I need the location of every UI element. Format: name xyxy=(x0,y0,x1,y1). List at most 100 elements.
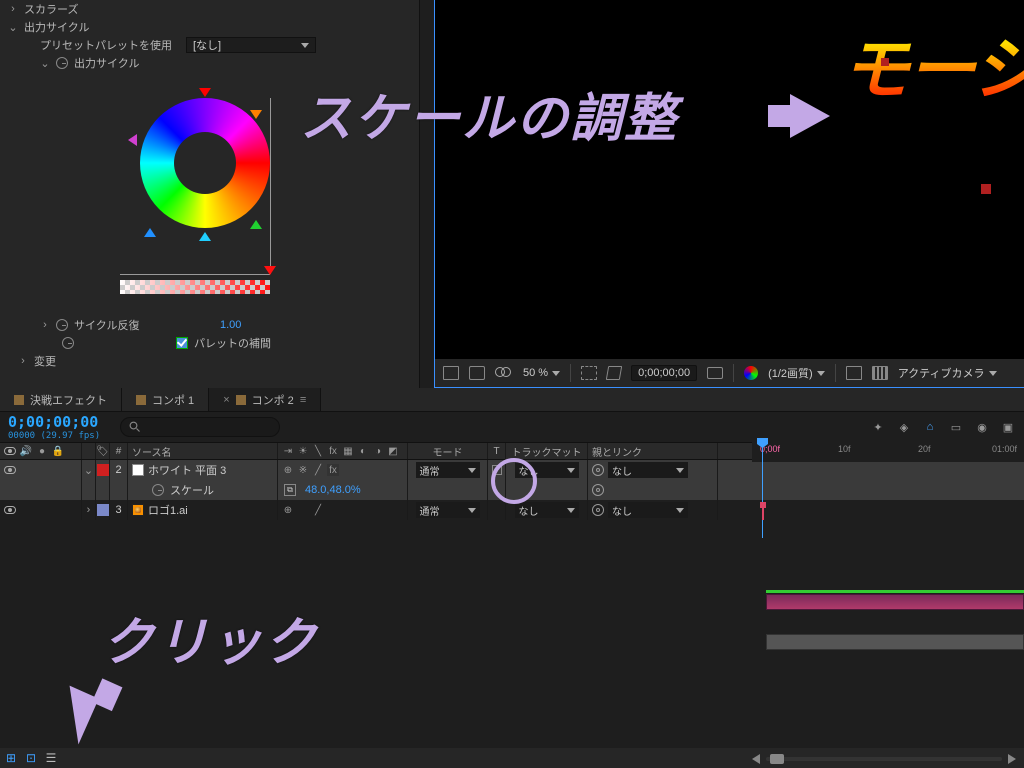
toggle-in-out-button[interactable]: ☰ xyxy=(44,751,58,765)
tab-comp[interactable]: ×コンポ 2≡ xyxy=(209,388,321,411)
camera-dropdown[interactable]: アクティブカメラ xyxy=(898,365,997,381)
collapse-switch[interactable]: ※ xyxy=(297,464,309,476)
snapshot-icon[interactable] xyxy=(707,367,723,379)
trackmatte-dropdown[interactable]: なし xyxy=(515,462,579,478)
fx-change-row[interactable]: › 変更 xyxy=(0,352,419,370)
wheel-handle-icon[interactable] xyxy=(199,232,211,241)
label-color-icon[interactable] xyxy=(97,504,109,516)
blank-switch[interactable] xyxy=(357,504,369,516)
transparency-grid-icon[interactable] xyxy=(606,366,622,380)
playhead[interactable] xyxy=(762,438,763,538)
pickwhip-icon[interactable] xyxy=(592,504,604,516)
toggle-modes-button[interactable]: ⊡ xyxy=(24,751,38,765)
video-toggle-icon[interactable] xyxy=(4,466,16,474)
palette-interp-checkbox[interactable] xyxy=(176,337,188,349)
work-area-marker[interactable] xyxy=(762,506,764,520)
parent-dropdown[interactable]: なし xyxy=(608,502,688,518)
zoom-in-icon[interactable] xyxy=(1008,754,1016,764)
viewer-timecode[interactable]: 0;00;00;00 xyxy=(631,365,697,381)
collapse-switch[interactable] xyxy=(297,504,309,516)
wheel-handle-icon[interactable] xyxy=(250,220,262,229)
layer-clip[interactable] xyxy=(766,634,1024,650)
scale-value[interactable]: 48.0,48.0% xyxy=(305,484,361,496)
draft3d-icon[interactable]: ◈ xyxy=(896,419,912,435)
fx-group-row[interactable]: › スカラーズ xyxy=(0,0,419,18)
tab-comp[interactable]: 決戦エフェクト xyxy=(0,388,122,411)
timeline-zoom-slider[interactable] xyxy=(752,754,1016,764)
layer-clip[interactable] xyxy=(766,594,1024,610)
shy-toggle-icon[interactable]: ⌂ xyxy=(922,419,938,435)
gradient-handle-icon[interactable] xyxy=(264,266,276,275)
frame-blend-icon[interactable]: ▭ xyxy=(948,419,964,435)
constrain-proportions-icon[interactable]: ⧉ xyxy=(284,484,296,496)
wheel-handle-icon[interactable] xyxy=(128,134,137,146)
source-name-column[interactable]: ソース名 xyxy=(128,443,278,459)
stopwatch-icon[interactable] xyxy=(152,484,164,496)
channel-icon[interactable] xyxy=(469,366,485,380)
fx-group-output-cycle[interactable]: ⌄ 出力サイクル xyxy=(0,18,419,36)
show-channel-icon[interactable] xyxy=(744,366,758,380)
graph-editor-icon[interactable]: ▣ xyxy=(1000,419,1016,435)
blank-switch[interactable] xyxy=(342,504,354,516)
parent-dropdown[interactable]: なし xyxy=(608,462,688,478)
preset-palette-dropdown[interactable]: [なし] xyxy=(186,37,316,53)
color-wheel-area[interactable] xyxy=(80,80,340,310)
shy-switch[interactable]: ⊕ xyxy=(282,464,294,476)
layer-search-input[interactable] xyxy=(120,417,280,437)
blank-switch[interactable] xyxy=(342,464,354,476)
zoom-thumb[interactable] xyxy=(770,754,784,764)
viewer-canvas[interactable]: モーシ xyxy=(435,0,1024,359)
wheel-handle-icon[interactable] xyxy=(250,110,262,119)
blank-switch[interactable] xyxy=(387,464,399,476)
grid-icon[interactable] xyxy=(443,366,459,380)
stopwatch-icon[interactable] xyxy=(56,57,68,69)
fx-switch[interactable]: fx xyxy=(327,464,339,476)
wheel-handle-icon[interactable] xyxy=(199,88,211,97)
blank-switch[interactable] xyxy=(372,464,384,476)
layer-row[interactable]: ⌄ 2 ホワイト 平面 3 ⊕ ※ ╱ fx 通常 なし なし xyxy=(0,460,1024,480)
blend-mode-dropdown[interactable]: 通常 xyxy=(416,502,480,518)
property-row[interactable]: スケール ⧉ 48.0,48.0% xyxy=(0,480,1024,500)
tab-comp[interactable]: コンポ 1 xyxy=(122,388,209,411)
toggle-switches-button[interactable]: ⊞ xyxy=(4,751,18,765)
motion-blur-icon[interactable]: ◉ xyxy=(974,419,990,435)
panel-menu-icon[interactable]: ≡ xyxy=(300,394,306,406)
trackmatte-dropdown[interactable]: なし xyxy=(515,502,579,518)
fx-switch[interactable] xyxy=(327,504,339,516)
blank-switch[interactable] xyxy=(387,504,399,516)
resolution-dropdown[interactable]: (1/2画質) xyxy=(768,365,825,381)
twirl-icon[interactable]: ⌄ xyxy=(8,21,18,34)
fx-output-cycle-sub-row[interactable]: ⌄ 出力サイクル xyxy=(0,54,419,72)
layer-row[interactable]: › 3 ロゴ1.ai ⊕ ╱ 通常 なし なし xyxy=(0,500,1024,520)
mask-icon[interactable] xyxy=(495,367,513,379)
shy-switch[interactable]: ⊕ xyxy=(282,504,294,516)
close-icon[interactable]: × xyxy=(223,394,229,406)
zoom-dropdown[interactable]: 50 % xyxy=(523,367,560,379)
fast-preview-icon[interactable] xyxy=(846,366,862,380)
blank-switch[interactable] xyxy=(372,504,384,516)
twirl-icon[interactable]: › xyxy=(18,355,28,367)
twirl-icon[interactable]: › xyxy=(8,3,18,15)
wheel-handle-icon[interactable] xyxy=(144,228,156,237)
comp-mini-flowchart-icon[interactable]: ✦ xyxy=(870,419,886,435)
blank-switch[interactable] xyxy=(357,464,369,476)
zoom-track[interactable] xyxy=(766,757,1002,761)
cycle-repeat-value[interactable]: 1.00 xyxy=(220,319,241,331)
label-color-icon[interactable] xyxy=(97,464,109,476)
blend-mode-dropdown[interactable]: 通常 xyxy=(416,462,480,478)
pickwhip-icon[interactable] xyxy=(592,464,604,476)
quality-switch[interactable]: ╱ xyxy=(312,464,324,476)
preserve-transparency-toggle[interactable] xyxy=(492,465,502,475)
layer-name-cell[interactable]: ロゴ1.ai xyxy=(128,500,278,520)
twirl-icon[interactable]: › xyxy=(40,319,50,331)
stopwatch-icon[interactable] xyxy=(62,337,74,349)
video-toggle-icon[interactable] xyxy=(4,506,16,514)
twirl-icon[interactable]: ⌄ xyxy=(84,464,94,477)
zoom-out-icon[interactable] xyxy=(752,754,760,764)
time-ruler[interactable]: 0;00f 10f 20f 01:00f xyxy=(752,442,1024,462)
alpha-gradient-bar[interactable] xyxy=(120,280,270,294)
twirl-icon[interactable]: ⌄ xyxy=(40,57,50,70)
stopwatch-icon[interactable] xyxy=(56,319,68,331)
quality-switch[interactable]: ╱ xyxy=(312,504,324,516)
twirl-icon[interactable]: › xyxy=(84,504,94,516)
